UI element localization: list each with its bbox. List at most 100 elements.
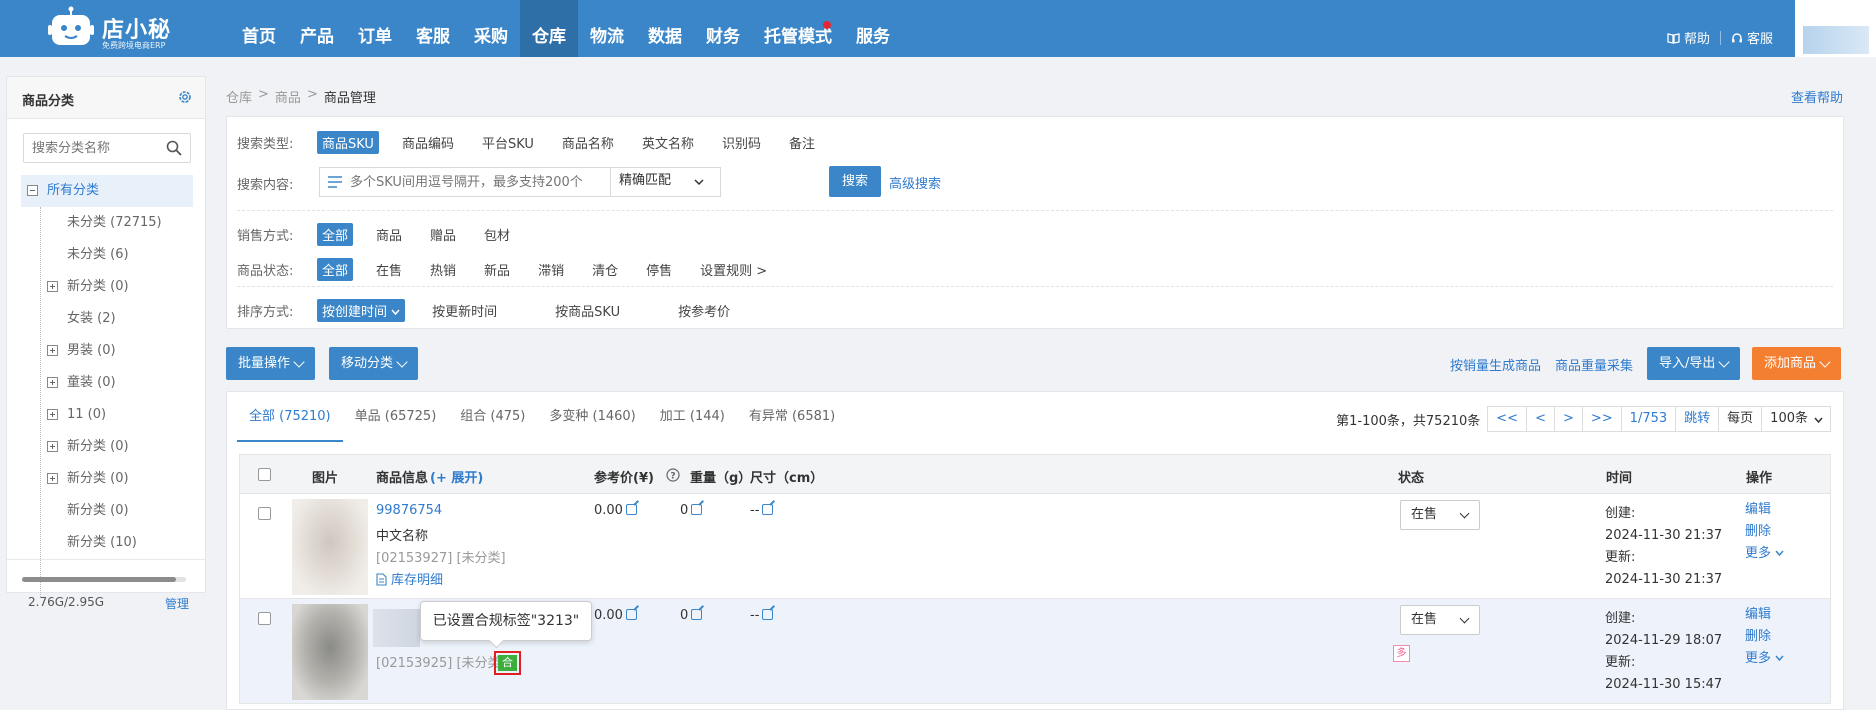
- search-button[interactable]: 搜索: [829, 166, 881, 197]
- nav-products[interactable]: 产品: [288, 0, 346, 57]
- help-circle-icon[interactable]: ?: [666, 468, 680, 482]
- view-help-link[interactable]: 查看帮助: [1791, 87, 1843, 106]
- jump-button[interactable]: 跳转: [1675, 406, 1720, 432]
- status-option[interactable]: 新品: [479, 258, 515, 281]
- select-all-checkbox[interactable]: [258, 468, 271, 481]
- sale-method-option[interactable]: 赠品: [425, 223, 461, 246]
- breadcrumb-warehouse[interactable]: 仓库: [226, 87, 252, 106]
- delete-link[interactable]: 删除: [1745, 521, 1771, 543]
- search-type-option[interactable]: 英文名称: [637, 131, 699, 154]
- status-select[interactable]: 在售: [1400, 605, 1480, 635]
- edit-link[interactable]: 编辑: [1745, 499, 1771, 521]
- user-avatar-box[interactable]: [1795, 0, 1876, 57]
- expand-icon[interactable]: [47, 281, 58, 292]
- search-type-option[interactable]: 备注: [784, 131, 820, 154]
- row-checkbox[interactable]: [258, 507, 271, 520]
- edit-icon[interactable]: [625, 504, 637, 515]
- tree-node[interactable]: 新分类 (0): [21, 463, 201, 495]
- sale-method-option[interactable]: 包材: [479, 223, 515, 246]
- delete-link[interactable]: 删除: [1745, 626, 1771, 648]
- compliance-tag-badge[interactable]: 合: [494, 651, 521, 675]
- logo[interactable]: 店小秘 免费跨境电商ERP: [48, 4, 178, 52]
- tree-node[interactable]: 未分类 (72715): [21, 207, 201, 239]
- search-type-option[interactable]: 商品SKU: [317, 131, 379, 154]
- sale-method-option[interactable]: 商品: [371, 223, 407, 246]
- tree-node[interactable]: 未分类 (6): [21, 239, 201, 271]
- nav-logistics[interactable]: 物流: [578, 0, 636, 57]
- status-option[interactable]: 在售: [371, 258, 407, 281]
- tab-processing[interactable]: 加工 (144): [648, 392, 737, 442]
- sort-option[interactable]: 按商品SKU: [550, 299, 625, 322]
- expand-icon[interactable]: [47, 441, 58, 452]
- tab-abnormal[interactable]: 有异常 (6581): [737, 392, 847, 442]
- sort-option[interactable]: 按创建时间: [317, 299, 406, 322]
- product-sku-link[interactable]: 99876754: [376, 503, 442, 518]
- expand-icon[interactable]: [47, 473, 58, 484]
- batch-operation-button[interactable]: 批量操作: [226, 347, 316, 380]
- import-export-button[interactable]: 导入/导出: [1647, 347, 1741, 380]
- search-type-option[interactable]: 商品名称: [557, 131, 619, 154]
- more-dropdown[interactable]: 更多: [1745, 543, 1784, 565]
- sku-search-input[interactable]: [350, 168, 640, 196]
- nav-finance[interactable]: 财务: [694, 0, 752, 57]
- tab-combo[interactable]: 组合 (475): [448, 392, 537, 442]
- search-type-option[interactable]: 识别码: [717, 131, 766, 154]
- nav-customer-service[interactable]: 客服: [404, 0, 462, 57]
- sort-option[interactable]: 按参考价: [673, 299, 735, 322]
- tree-node[interactable]: 新分类 (0): [21, 495, 201, 527]
- row-checkbox[interactable]: [258, 612, 271, 625]
- status-option[interactable]: 滞销: [533, 258, 569, 281]
- prev-page-button[interactable]: <: [1526, 406, 1555, 432]
- edit-icon[interactable]: [762, 609, 774, 620]
- advanced-search-link[interactable]: 高级搜索: [889, 173, 941, 192]
- nav-home[interactable]: 首页: [230, 0, 288, 57]
- match-mode-select[interactable]: 精确匹配: [610, 167, 712, 197]
- first-page-button[interactable]: <<: [1487, 406, 1528, 432]
- page-indicator[interactable]: 1/753: [1620, 406, 1677, 432]
- tab-variants[interactable]: 多变种 (1460): [537, 392, 647, 442]
- nav-data[interactable]: 数据: [636, 0, 694, 57]
- status-option[interactable]: 热销: [425, 258, 461, 281]
- tree-node[interactable]: 童装 (0): [21, 367, 201, 399]
- next-page-button[interactable]: >: [1553, 406, 1583, 432]
- search-icon[interactable]: [166, 140, 182, 156]
- status-option[interactable]: 全部: [317, 258, 354, 281]
- multi-line-icon[interactable]: [320, 168, 350, 196]
- tree-node-all[interactable]: 所有分类: [21, 175, 193, 207]
- edit-icon[interactable]: [625, 609, 637, 620]
- tree-node[interactable]: 女装 (2): [21, 303, 201, 335]
- tree-node[interactable]: 男装 (0): [21, 335, 201, 367]
- search-type-option[interactable]: 商品编码: [397, 131, 459, 154]
- help-link[interactable]: 帮助: [1657, 28, 1720, 47]
- move-category-button[interactable]: 移动分类: [329, 347, 419, 380]
- set-rules-link[interactable]: 设置规则 >: [695, 258, 772, 281]
- tree-node[interactable]: 11 (0): [21, 399, 201, 431]
- last-page-button[interactable]: >>: [1581, 406, 1622, 432]
- gear-icon[interactable]: [177, 89, 193, 105]
- nav-warehouse[interactable]: 仓库: [520, 0, 578, 57]
- more-dropdown[interactable]: 更多: [1745, 648, 1784, 670]
- category-search-input[interactable]: [24, 134, 162, 162]
- product-image[interactable]: [292, 499, 368, 595]
- product-image[interactable]: [292, 604, 368, 700]
- tree-node[interactable]: 新分类 (10): [21, 527, 201, 559]
- expand-toggle[interactable]: (+ 展开): [430, 467, 483, 486]
- collapse-icon[interactable]: [27, 185, 38, 196]
- breadcrumb-product[interactable]: 商品: [275, 87, 301, 106]
- expand-icon[interactable]: [47, 345, 58, 356]
- add-product-button[interactable]: 添加商品: [1752, 347, 1842, 380]
- edit-link[interactable]: 编辑: [1745, 604, 1771, 626]
- expand-icon[interactable]: [47, 377, 58, 388]
- customer-service-link[interactable]: 客服: [1721, 28, 1783, 47]
- tab-all[interactable]: 全部 (75210): [237, 392, 343, 442]
- status-option[interactable]: 停售: [641, 258, 677, 281]
- tree-node[interactable]: 新分类 (0): [21, 271, 201, 303]
- per-page-select[interactable]: 100条: [1761, 406, 1831, 432]
- expand-icon[interactable]: [47, 409, 58, 420]
- sort-option[interactable]: 按更新时间: [427, 299, 502, 322]
- generate-by-sales-link[interactable]: 按销量生成商品: [1450, 355, 1541, 374]
- nav-purchase[interactable]: 采购: [462, 0, 520, 57]
- nav-hosting-mode[interactable]: 托管模式: [752, 0, 844, 57]
- sale-method-option[interactable]: 全部: [317, 223, 354, 246]
- edit-icon[interactable]: [691, 609, 703, 620]
